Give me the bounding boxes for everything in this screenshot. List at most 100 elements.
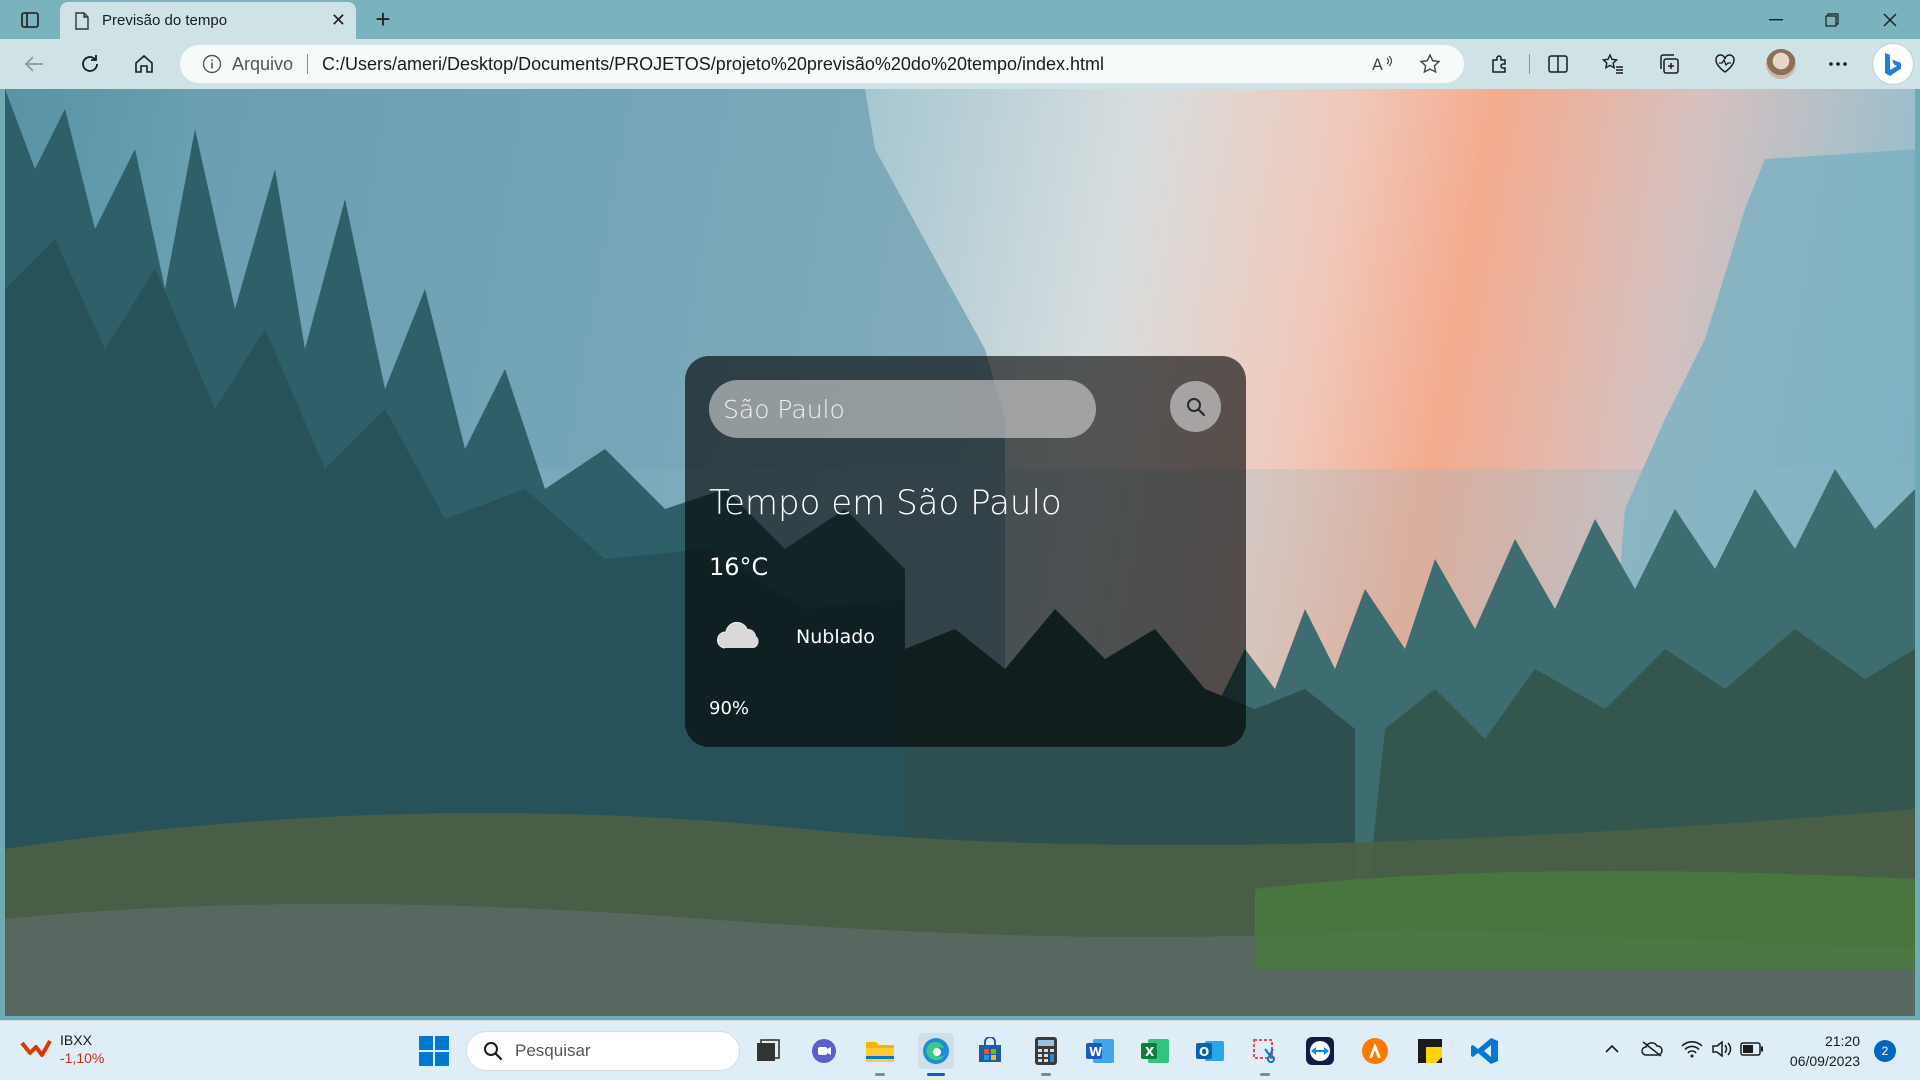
weather-description: Nublado <box>796 626 875 648</box>
chevron-up-icon <box>1605 1044 1619 1053</box>
vscode-icon <box>1471 1038 1498 1064</box>
sticky-notes-button[interactable] <box>1412 1033 1448 1069</box>
active-indicator <box>927 1073 945 1076</box>
search-icon <box>1186 397 1205 416</box>
taskbar-search[interactable]: Pesquisar <box>466 1031 740 1071</box>
show-hidden-icons-button[interactable] <box>1600 1037 1624 1061</box>
battery-button[interactable] <box>1740 1037 1764 1061</box>
profile-avatar[interactable] <box>1766 49 1796 79</box>
volume-button[interactable] <box>1710 1037 1734 1061</box>
vscode-button[interactable] <box>1467 1033 1503 1069</box>
home-button[interactable] <box>128 49 160 79</box>
search-button[interactable] <box>1170 381 1221 432</box>
info-icon[interactable] <box>202 54 222 74</box>
running-indicator <box>1260 1073 1270 1076</box>
page-icon <box>75 11 89 30</box>
back-button[interactable] <box>18 49 50 79</box>
microsoft-store-button[interactable] <box>972 1033 1008 1069</box>
teamviewer-button[interactable] <box>1302 1033 1338 1069</box>
refresh-button[interactable] <box>74 49 106 79</box>
split-screen-button[interactable] <box>1542 49 1574 79</box>
back-arrow-icon <box>24 56 43 72</box>
store-icon <box>979 1037 1001 1062</box>
collections-icon <box>1660 54 1679 74</box>
clock-time: 21:20 <box>1824 1033 1860 1049</box>
humidity: 90% <box>709 698 750 719</box>
address-separator <box>307 54 309 74</box>
wifi-button[interactable] <box>1680 1037 1704 1061</box>
edge-button[interactable] <box>918 1033 954 1076</box>
address-bar[interactable]: Arquivo C:/Users/ameri/Desktop/Documents… <box>180 45 1464 83</box>
minimize-button[interactable] <box>1756 6 1796 34</box>
svg-text:W: W <box>1089 1045 1102 1059</box>
notification-badge[interactable]: 2 <box>1874 1040 1896 1062</box>
collections-button[interactable] <box>1653 49 1685 79</box>
heart-pulse-icon <box>1715 54 1735 73</box>
new-tab-button[interactable]: + <box>368 5 398 35</box>
teams-chat-button[interactable] <box>806 1033 842 1069</box>
address-url[interactable]: C:/Users/ameri/Desktop/Documents/PROJETO… <box>322 54 1104 75</box>
stock-change: -1,10% <box>60 1050 105 1066</box>
cloud-icon <box>717 621 759 649</box>
taskbar: IBXX -1,10% Pesquisar W X O 21:20 06/09/… <box>0 1020 1920 1080</box>
snipping-tool-button[interactable] <box>1247 1033 1283 1076</box>
battery-icon <box>1740 1042 1763 1056</box>
folder-icon <box>866 1042 894 1062</box>
sticky-notes-icon <box>1418 1039 1442 1063</box>
temperature: 16°C <box>709 553 769 581</box>
outlook-button[interactable]: O <box>1192 1033 1228 1069</box>
page-viewport: São Paulo Tempo em São Paulo 16°C Nublad… <box>5 89 1915 1016</box>
close-window-button[interactable] <box>1870 6 1910 34</box>
restore-icon <box>1825 13 1839 27</box>
system-clock[interactable]: 21:20 06/09/2023 <box>1774 1031 1860 1071</box>
teams-chat-icon <box>812 1039 836 1063</box>
calculator-icon <box>1035 1037 1057 1065</box>
stock-chart-icon <box>20 1040 52 1057</box>
wifi-icon <box>1681 1041 1703 1058</box>
task-view-button[interactable] <box>750 1033 786 1069</box>
weather-card: São Paulo Tempo em São Paulo 16°C Nublad… <box>685 356 1246 747</box>
running-indicator <box>1041 1073 1051 1076</box>
toolbar-divider <box>1529 54 1530 74</box>
active-tab[interactable]: Previsão do tempo ✕ <box>60 2 356 39</box>
more-icon <box>1829 62 1847 66</box>
file-explorer-button[interactable] <box>862 1033 898 1076</box>
close-tab-icon[interactable]: ✕ <box>331 11 346 29</box>
word-button[interactable]: W <box>1082 1033 1118 1069</box>
settings-more-button[interactable] <box>1822 49 1854 79</box>
weather-title: Tempo em São Paulo <box>709 483 1062 523</box>
city-search-input[interactable]: São Paulo <box>709 380 1096 438</box>
restore-button[interactable] <box>1812 6 1852 34</box>
extensions-button[interactable] <box>1484 49 1516 79</box>
bing-icon <box>1885 53 1901 76</box>
speaker-icon <box>1712 1040 1732 1058</box>
tab-actions-button[interactable] <box>14 6 46 34</box>
excel-button[interactable]: X <box>1137 1033 1173 1069</box>
refresh-icon <box>82 55 98 72</box>
star-icon <box>1419 53 1441 74</box>
svg-text:X: X <box>1145 1045 1155 1059</box>
task-view-icon <box>757 1039 780 1061</box>
teamviewer-icon <box>1306 1037 1334 1065</box>
address-scheme: Arquivo <box>232 53 294 74</box>
favorites-button[interactable] <box>1597 49 1629 79</box>
running-indicator <box>875 1073 885 1076</box>
avast-button[interactable] <box>1357 1033 1393 1069</box>
stock-name: IBXX <box>60 1032 92 1048</box>
calculator-button[interactable] <box>1028 1033 1064 1076</box>
puzzle-icon <box>1492 55 1506 73</box>
favorites-icon <box>1601 53 1623 74</box>
windows-start-icon[interactable] <box>418 1035 450 1067</box>
tab-bar: Previsão do tempo ✕ + <box>0 0 1920 39</box>
bing-chat-button[interactable] <box>1873 44 1913 84</box>
edge-icon <box>923 1038 949 1064</box>
onedrive-button[interactable] <box>1640 1037 1664 1061</box>
browser-essentials-button[interactable] <box>1709 49 1741 79</box>
stock-widget[interactable]: IBXX -1,10% <box>20 1031 104 1067</box>
browser-toolbar: Arquivo C:/Users/ameri/Desktop/Documents… <box>0 39 1920 89</box>
favorite-button[interactable] <box>1415 49 1445 79</box>
close-icon <box>1883 13 1897 27</box>
minimize-icon <box>1769 19 1783 21</box>
read-aloud-button[interactable]: A <box>1368 49 1398 79</box>
search-icon <box>484 1042 503 1061</box>
